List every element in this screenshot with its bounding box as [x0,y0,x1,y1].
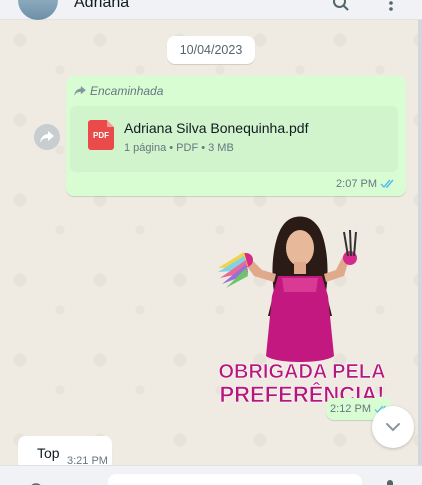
message-text: Top [37,445,60,461]
document-file-name: Adriana Silva Bonequinha.pdf [124,120,309,136]
search-icon [333,0,349,11]
forward-icon [40,131,54,143]
incoming-text-message[interactable]: Top 3:21 PM [18,436,112,465]
sticker-time: 2:12 PM [330,403,371,415]
message-timestamp: 2:07 PM [336,178,396,190]
sticker-text-line1: OBRIGADA PELA [218,361,385,383]
message-time: 2:07 PM [336,178,377,190]
document-card[interactable]: PDF Adriana Silva Bonequinha.pdf 1 págin… [70,106,398,172]
message-time: 3:21 PM [67,455,108,465]
read-ticks-icon [380,179,394,189]
menu-dots-icon [389,1,393,11]
message-composer [0,465,422,485]
contact-name[interactable]: Adriana [74,0,129,12]
thank-you-sticker[interactable]: OBRIGADA PELA PREFERÊNCIA! [204,206,400,406]
microphone-icon[interactable] [382,480,398,485]
chat-header: Adriana [0,0,422,20]
forwarded-text: Encaminhada [90,84,164,98]
scroll-to-bottom-button[interactable] [372,406,414,448]
emoji-icon[interactable] [28,480,44,485]
forward-button[interactable] [34,124,60,150]
chat-area: 10/04/2023 Encaminhada PDF Adriana Silva… [0,20,422,465]
color-fan-icon [218,252,248,288]
outgoing-document-message[interactable]: Encaminhada PDF Adriana Silva Bonequinha… [66,76,406,196]
forwarded-label: Encaminhada [74,84,163,98]
chevron-down-icon [386,423,400,432]
menu-button[interactable] [380,0,402,14]
pdf-file-icon: PDF [88,120,114,150]
date-chip: 10/04/2023 [167,36,255,64]
forwarded-icon [74,86,86,96]
message-input[interactable] [108,474,362,485]
avatar[interactable] [18,0,58,20]
document-file-meta: 1 página • PDF • 3 MB [124,142,234,154]
search-button[interactable] [330,0,352,14]
chat-scrollbar[interactable] [418,20,422,465]
